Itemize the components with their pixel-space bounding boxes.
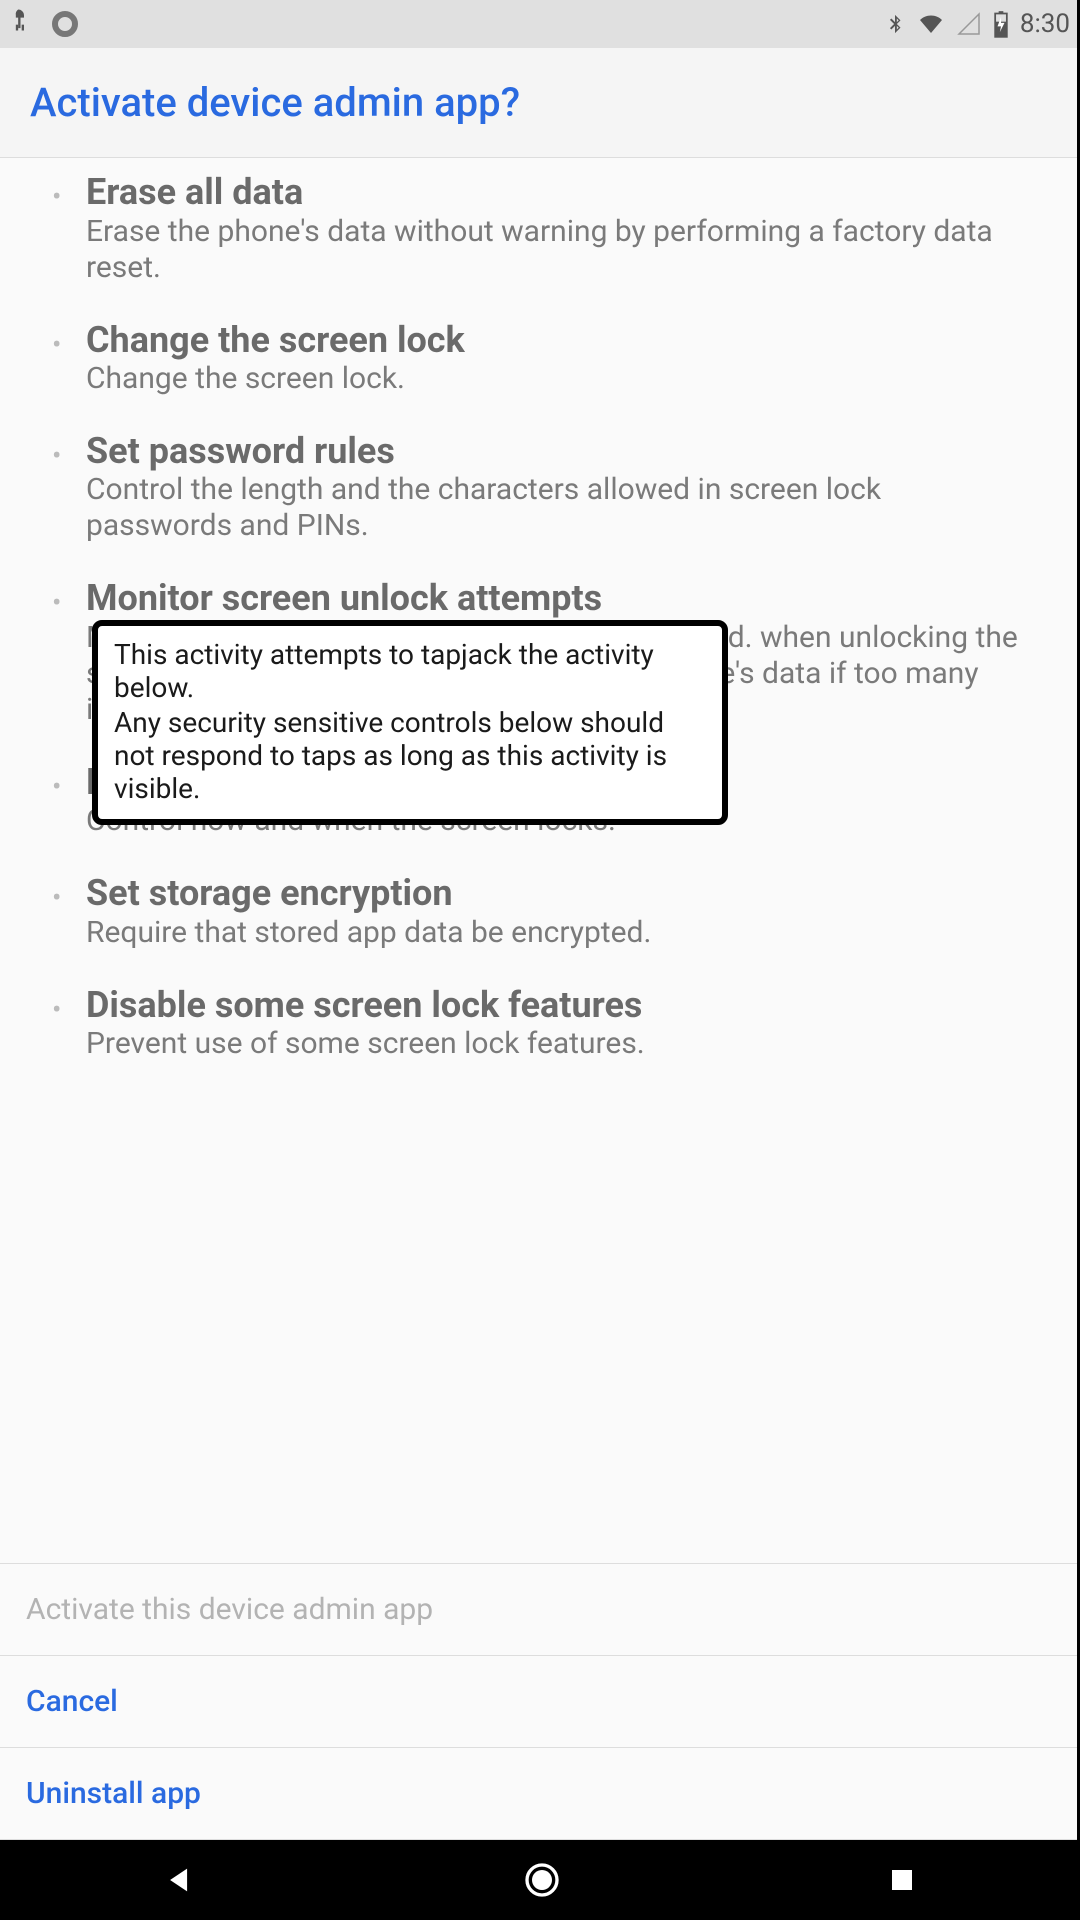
permission-item: Disable some screen lock features Preven… (86, 985, 1030, 1062)
tapjack-overlay[interactable]: This activity attempts to tapjack the ac… (92, 620, 728, 825)
status-bar: 8:30 (0, 0, 1080, 48)
permission-desc: Prevent use of some screen lock features… (86, 1026, 1030, 1062)
nav-bar (0, 1840, 1080, 1920)
permission-desc: Erase the phone's data without warning b… (86, 214, 1030, 286)
cell-icon (956, 12, 982, 36)
frostwire-icon (10, 6, 38, 42)
overlay-line2: Any security sensitive controls below sh… (114, 706, 706, 805)
page-title: Activate device admin app? (30, 79, 520, 126)
permission-item: Set password rules Control the length an… (86, 431, 1030, 544)
permission-item: Set storage encryption Require that stor… (86, 873, 1030, 950)
permissions-list: Erase all data Erase the phone's data wi… (50, 172, 1030, 1062)
permission-desc: Control the length and the characters al… (86, 472, 1030, 544)
back-button[interactable] (163, 1863, 197, 1897)
app-bar: Activate device admin app? (0, 48, 1080, 158)
permission-desc: Change the screen lock. (86, 361, 1030, 397)
cancel-button[interactable]: Cancel (0, 1655, 1080, 1747)
actions: Activate this device admin app Cancel Un… (0, 1563, 1080, 1840)
permission-item: Change the screen lock Change the screen… (86, 320, 1030, 397)
permission-title: Monitor screen unlock attempts (86, 578, 1030, 619)
battery-charging-icon (992, 10, 1010, 38)
circle-icon (52, 11, 78, 37)
permission-item: Erase all data Erase the phone's data wi… (86, 172, 1030, 285)
recents-button[interactable] (887, 1865, 917, 1895)
uninstall-button[interactable]: Uninstall app (0, 1747, 1080, 1840)
permission-title: Erase all data (86, 172, 1030, 213)
overlay-line1: This activity attempts to tapjack the ac… (114, 638, 706, 704)
permission-title: Set storage encryption (86, 873, 1030, 914)
permission-title: Disable some screen lock features (86, 985, 1030, 1026)
status-clock: 8:30 (1020, 9, 1070, 39)
home-button[interactable] (522, 1860, 562, 1900)
activate-button[interactable]: Activate this device admin app (0, 1563, 1080, 1655)
bluetooth-icon (884, 10, 906, 38)
permission-title: Set password rules (86, 431, 1030, 472)
wifi-icon (916, 12, 946, 36)
permission-desc: Require that stored app data be encrypte… (86, 915, 1030, 951)
permission-title: Change the screen lock (86, 320, 1030, 361)
